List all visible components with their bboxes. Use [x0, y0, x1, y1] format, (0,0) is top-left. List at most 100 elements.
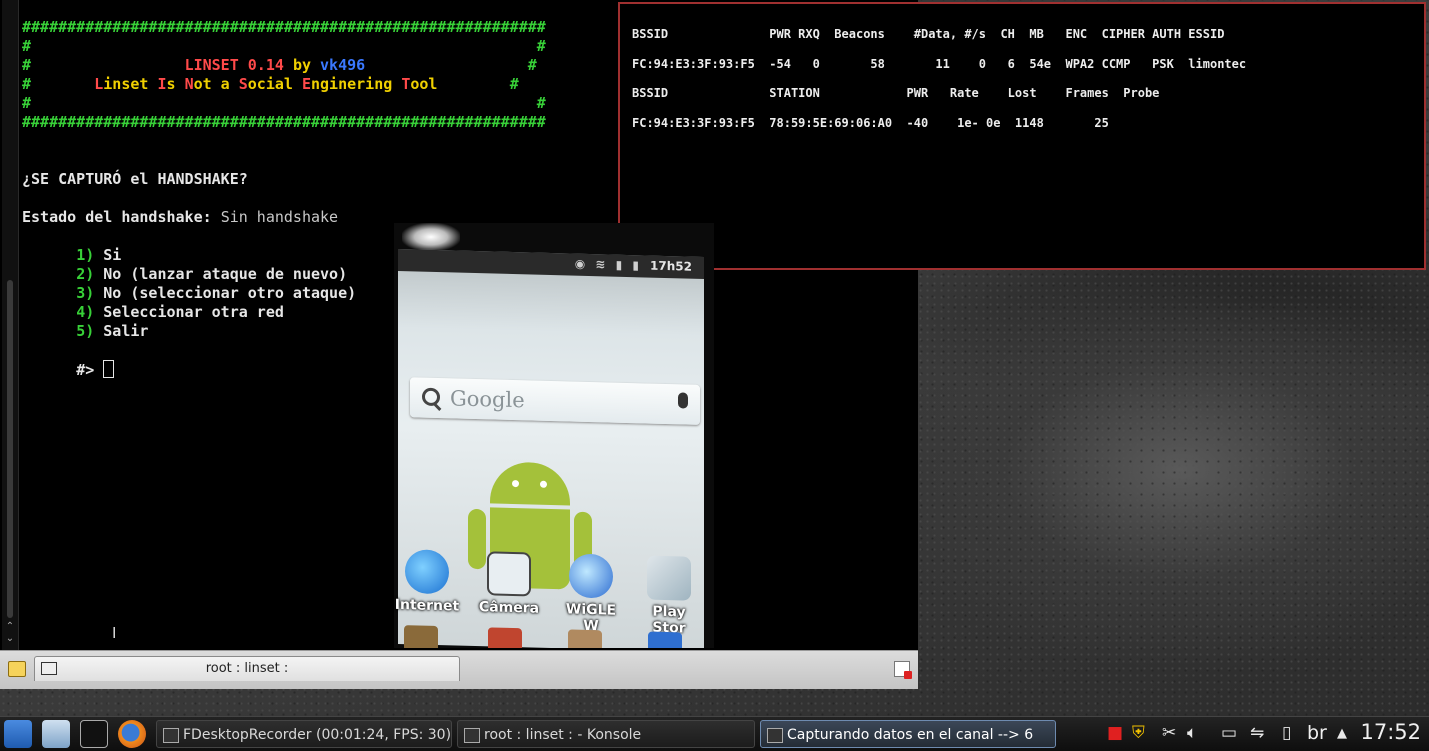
subtitle-part: S	[238, 75, 248, 93]
globe-icon	[405, 549, 449, 595]
tray-expand-arrow-icon[interactable]: ▲	[1337, 726, 1347, 741]
option-label: No (seleccionar otro ataque)	[103, 284, 357, 302]
window-icon	[163, 728, 179, 743]
network-icon[interactable]: ⇋	[1250, 723, 1264, 743]
banner-by: by	[292, 56, 311, 74]
terminal-icon	[464, 728, 480, 743]
subtitle-part: I	[157, 75, 167, 93]
kde-menu-icon[interactable]	[4, 720, 32, 748]
task-konsole[interactable]: root : linset : - Konsole	[457, 720, 755, 748]
wigle-globe-icon	[569, 553, 613, 599]
tab-root-linset[interactable]: root : linset :	[34, 656, 460, 681]
phone-screen: ◉ ≋ ▮ ▮ 17h52 Google Internet Câmera WiG…	[394, 248, 704, 648]
ap-table-row: FC:94:E3:3F:93:F5 -54 0 58 11 0 6 54e WP…	[632, 56, 1247, 71]
task-fdesktoprecorder[interactable]: FDesktopRecorder (00:01:24, FPS: 30)	[156, 720, 452, 748]
airodump-output: BSSID PWR RXQ Beacons #Data, #/s CH MB E…	[632, 20, 1246, 138]
klipper-scissors-icon[interactable]: ✂	[1162, 723, 1176, 743]
option-number: 5)	[76, 322, 95, 340]
subtitle-part: ool	[410, 75, 438, 93]
phone-clock: 17h52	[650, 258, 692, 274]
option-label: Si	[103, 246, 122, 264]
option-label: Seleccionar otra red	[103, 303, 284, 321]
app-label: Internet	[394, 596, 460, 615]
file-manager-icon[interactable]	[42, 720, 70, 748]
option-label: No (lanzar ataque de nuevo)	[103, 265, 348, 283]
subtitle-part: inset	[103, 75, 158, 93]
station-table-row: FC:94:E3:3F:93:F5 78:59:5E:69:06:A0 -40 …	[632, 115, 1109, 130]
camera-icon	[487, 551, 531, 597]
close-tab-icon[interactable]	[894, 661, 912, 679]
banner-border-top: ########################################…	[22, 18, 546, 36]
subtitle-part: nginering	[311, 75, 402, 93]
scrollbar-thumb[interactable]	[7, 280, 13, 618]
google-search-label: Google	[450, 386, 525, 413]
subtitle-part: ocial	[247, 75, 302, 93]
record-stop-icon[interactable]: ■	[1107, 723, 1123, 743]
banner-author: vk496	[320, 56, 366, 74]
subtitle-part: N	[184, 75, 194, 93]
option-number: 1)	[76, 246, 95, 264]
option-label: Salir	[103, 322, 149, 340]
handshake-status-label: Estado del handshake:	[22, 208, 212, 226]
search-icon	[422, 387, 440, 407]
airodump-window[interactable]: BSSID PWR RXQ Beacons #Data, #/s CH MB E…	[618, 2, 1426, 270]
subtitle-part: E	[301, 75, 311, 93]
battery-icon[interactable]: ▯	[1282, 723, 1291, 743]
phone-camera-overlay: ◉ ≋ ▮ ▮ 17h52 Google Internet Câmera WiG…	[394, 223, 714, 648]
option-number: 2)	[76, 265, 95, 283]
task-label: FDesktopRecorder (00:01:24, FPS: 30)	[183, 727, 452, 743]
task-airodump[interactable]: Capturando datos en el canal --> 6	[760, 720, 1056, 748]
handshake-status-value: Sin handshake	[220, 208, 339, 226]
task-label: root : linset : - Konsole	[484, 727, 642, 743]
google-search-widget: Google	[410, 377, 700, 425]
phone-status-icons: ◉ ≋ ▮ ▮	[574, 256, 642, 273]
subtitle-part: T	[401, 75, 411, 93]
banner-side-right: #	[536, 37, 546, 55]
konsole-tab-bar: root : linset :	[0, 650, 918, 689]
keyboard-layout-indicator[interactable]: br	[1307, 722, 1327, 744]
phone-status-bar: ◉ ≋ ▮ ▮ 17h52	[398, 248, 704, 280]
microphone-icon	[678, 392, 688, 409]
subtitle-part: L	[94, 75, 104, 93]
banner-side-right: #	[509, 75, 519, 93]
firefox-icon[interactable]	[118, 720, 146, 748]
banner-side-left: #	[22, 56, 32, 74]
security-shield-icon[interactable]: ⛨	[1132, 723, 1145, 743]
clock[interactable]: 17:52	[1360, 720, 1421, 744]
play-store-icon	[647, 555, 691, 601]
terminal-tab-icon	[41, 662, 57, 675]
banner-side-right: #	[527, 56, 537, 74]
ap-table-header: BSSID PWR RXQ Beacons #Data, #/s CH MB E…	[632, 27, 1225, 41]
terminal-launcher-icon[interactable]	[80, 720, 108, 748]
command-prompt: #>	[76, 361, 95, 379]
banner-side-left: #	[22, 94, 32, 112]
station-table-header: BSSID STATION PWR Rate Lost Frames Probe	[632, 86, 1160, 100]
taskbar-panel: FDesktopRecorder (00:01:24, FPS: 30) roo…	[0, 716, 1429, 751]
display-icon[interactable]: ▭	[1221, 723, 1237, 743]
terminal-scrollbar[interactable]: ⌃ ⌄	[2, 0, 19, 650]
volume-icon[interactable]: 🔈︎	[1187, 723, 1197, 743]
subtitle-part: ot a	[193, 75, 239, 93]
text-cursor[interactable]	[103, 360, 115, 378]
banner-subtitle: Linset Is Not a Social Enginering Tool	[94, 75, 437, 93]
subtitle-part: s	[166, 75, 185, 93]
app-camera: Câmera	[476, 551, 542, 617]
option-number: 4)	[76, 303, 95, 321]
banner-title: LINSET 0.14	[184, 56, 284, 74]
banner-side-left: #	[22, 37, 32, 55]
scroll-up-icon[interactable]: ⌃	[5, 622, 15, 632]
new-tab-icon[interactable]	[8, 661, 26, 677]
camera-glare	[402, 223, 460, 251]
banner-side-right: #	[536, 94, 546, 112]
option-number: 3)	[76, 284, 95, 302]
scroll-down-icon[interactable]: ⌄	[5, 634, 15, 644]
app-label: Câmera	[478, 599, 540, 617]
tab-label: root : linset :	[205, 661, 289, 676]
task-label: Capturando datos en el canal --> 6	[787, 727, 1034, 743]
app-wigle: WiGLE W	[558, 553, 624, 635]
handshake-question: ¿SE CAPTURÓ el HANDSHAKE?	[22, 170, 248, 188]
banner-border-bottom: ########################################…	[22, 113, 546, 131]
app-play-store: Play Stor	[636, 555, 702, 637]
banner-side-left: #	[22, 75, 32, 93]
xterm-icon	[767, 728, 783, 743]
